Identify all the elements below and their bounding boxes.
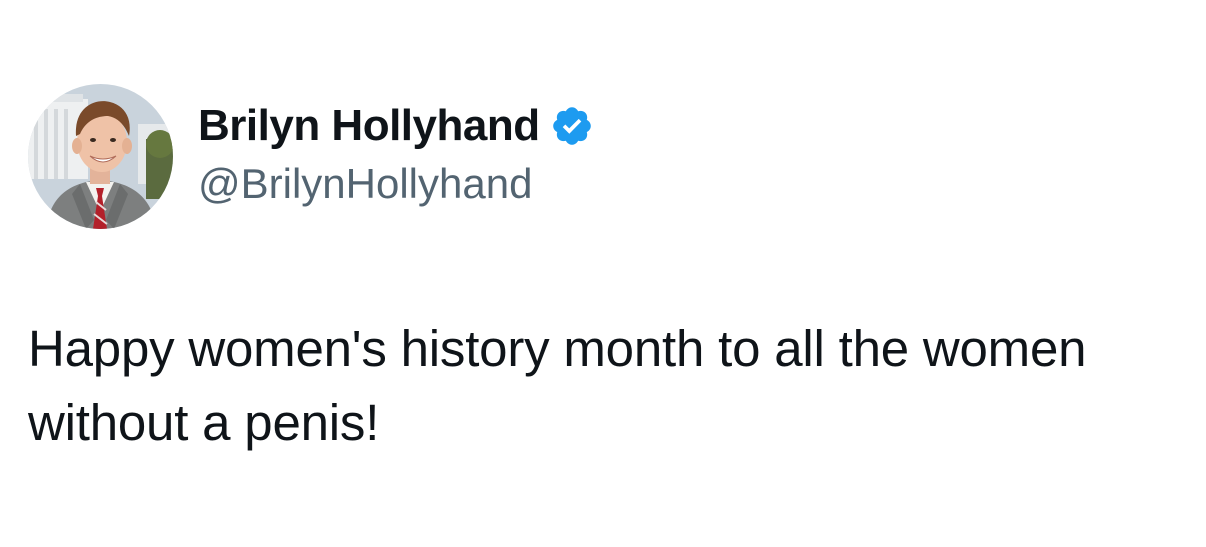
tweet-text: Happy women's history month to all the w… — [28, 320, 1087, 451]
author-row: Brilyn Hollyhand — [198, 100, 594, 152]
author-handle[interactable]: @BrilynHollyhand — [198, 160, 532, 208]
tweet-card: Brilyn Hollyhand @BrilynHollyhand Happy … — [0, 0, 1206, 547]
verified-badge-icon[interactable] — [550, 104, 594, 148]
display-name[interactable]: Brilyn Hollyhand — [198, 101, 540, 151]
avatar[interactable] — [28, 84, 173, 229]
avatar-image — [28, 84, 173, 229]
